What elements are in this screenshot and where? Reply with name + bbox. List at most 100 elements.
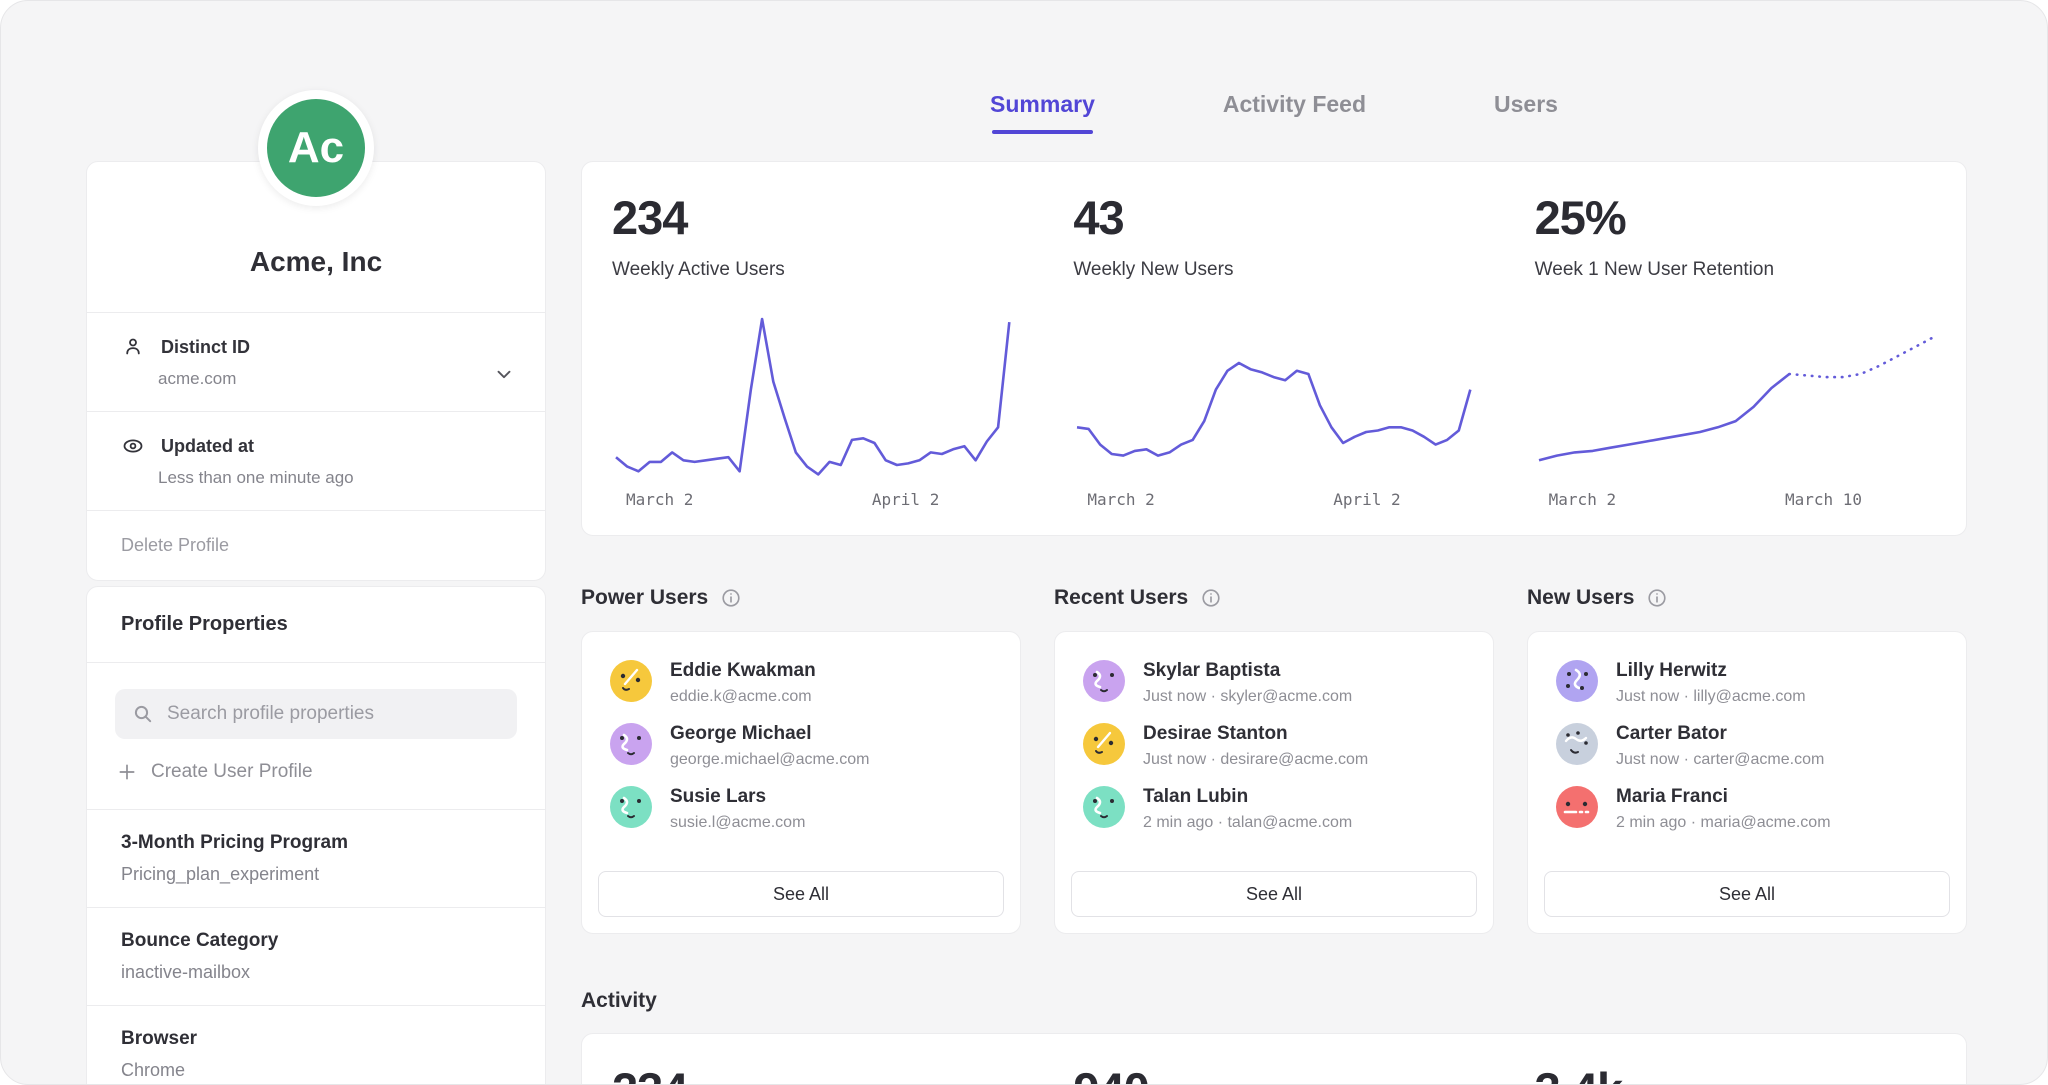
user-row[interactable]: Desirae Stanton Just now · desirare@acme… (1083, 723, 1465, 769)
divider (87, 662, 545, 663)
x-tick-start: March 2 (626, 490, 693, 509)
search-wrap (115, 689, 517, 739)
user-detail: 2 min ago · maria@acme.com (1616, 814, 1831, 832)
x-tick-end: April 2 (872, 490, 939, 509)
profile-card: Ac Acme, Inc Distinct ID acme.com (86, 161, 546, 581)
activity-card: 234 940 3.4k (581, 1033, 1967, 1085)
property-value: Pricing_plan_experiment (121, 864, 511, 885)
avatar-face (1083, 660, 1125, 702)
weekly-active-users-sparkline (612, 315, 1013, 480)
section-new-users: New Users Lilly Herwitz Ju (1527, 581, 1967, 934)
user-row[interactable]: George Michael george.michael@acme.com (610, 723, 992, 769)
section-title: New Users (1527, 586, 1634, 610)
user-name: Maria Franci (1616, 786, 1831, 808)
stat-weekly-new-users: 43 Weekly New Users March 2 April 2 (1043, 162, 1504, 535)
property-row: 3-Month Pricing Program Pricing_plan_exp… (87, 810, 545, 907)
weekly-new-users-sparkline (1073, 315, 1474, 480)
org-avatar: Ac (258, 90, 374, 206)
user-avatar (1083, 660, 1125, 702)
user-row[interactable]: Eddie Kwakman eddie.k@acme.com (610, 660, 992, 706)
property-name: 3-Month Pricing Program (121, 832, 511, 854)
stat-value: 25% (1535, 190, 1936, 245)
create-user-profile-button[interactable]: Create User Profile (117, 761, 515, 783)
info-icon[interactable] (1646, 587, 1668, 609)
summary-card: 234 Weekly Active Users March 2 April 2 … (581, 161, 1967, 536)
user-avatar (610, 660, 652, 702)
field-value: Less than one minute ago (158, 468, 511, 488)
section-power-users: Power Users Eddie Kwakman (581, 581, 1021, 934)
users-card: Eddie Kwakman eddie.k@acme.com George Mi… (581, 631, 1021, 934)
activity-stat: 3.4k (1505, 1034, 1966, 1085)
stat-label: Weekly New Users (1073, 259, 1474, 281)
user-row[interactable]: Carter Bator Just now · carter@acme.com (1556, 723, 1938, 769)
field-row-distinct-id: Distinct ID acme.com (87, 313, 545, 411)
avatar-face (610, 723, 652, 765)
delete-profile-button[interactable]: Delete Profile (87, 511, 545, 580)
see-all-button[interactable]: See All (1544, 871, 1950, 917)
user-name: Talan Lubin (1143, 786, 1352, 808)
user-detail: susie.l@acme.com (670, 814, 805, 832)
user-name: Carter Bator (1616, 723, 1824, 745)
stat-label: Weekly Active Users (612, 259, 1013, 281)
activity-value: 234 (612, 1062, 1013, 1085)
tab-users[interactable]: Users (1494, 91, 1558, 134)
user-row[interactable]: Susie Lars susie.l@acme.com (610, 786, 992, 832)
user-name: Desirae Stanton (1143, 723, 1368, 745)
user-detail: Just now · carter@acme.com (1616, 751, 1824, 769)
section-title: Power Users (581, 586, 708, 610)
user-detail: 2 min ago · talan@acme.com (1143, 814, 1352, 832)
tab-summary[interactable]: Summary (990, 91, 1095, 134)
stat-label: Week 1 New User Retention (1535, 259, 1936, 281)
user-name: Lilly Herwitz (1616, 660, 1806, 682)
field-label: Distinct ID (161, 337, 250, 358)
activity-stat: 234 (582, 1034, 1043, 1085)
x-axis: March 2 March 10 (1535, 480, 1936, 509)
avatar-face (610, 786, 652, 828)
property-value: inactive-mailbox (121, 962, 511, 983)
x-axis: March 2 April 2 (612, 480, 1013, 509)
avatar-face (1556, 660, 1598, 702)
users-card: Lilly Herwitz Just now · lilly@acme.com … (1527, 631, 1967, 934)
user-avatar (610, 723, 652, 765)
see-all-button[interactable]: See All (1071, 871, 1477, 917)
activity-value: 940 (1073, 1062, 1474, 1085)
x-tick-start: March 2 (1549, 490, 1616, 509)
field-value: acme.com (158, 369, 511, 389)
x-axis: March 2 April 2 (1073, 480, 1474, 509)
eye-icon (121, 434, 145, 458)
property-row: Bounce Category inactive-mailbox (87, 908, 545, 1005)
search-profile-properties-input[interactable] (115, 689, 517, 739)
search-icon (131, 702, 155, 726)
user-avatar (1083, 786, 1125, 828)
x-tick-end: March 10 (1785, 490, 1862, 509)
user-name: Susie Lars (670, 786, 805, 808)
user-avatar (1556, 786, 1598, 828)
activity-value: 3.4k (1535, 1062, 1936, 1085)
avatar-face (1556, 786, 1598, 828)
user-row[interactable]: Lilly Herwitz Just now · lilly@acme.com (1556, 660, 1938, 706)
user-detail: Just now · desirare@acme.com (1143, 751, 1368, 769)
property-name: Browser (121, 1028, 511, 1050)
tab-activity-feed[interactable]: Activity Feed (1223, 91, 1366, 134)
user-row[interactable]: Skylar Baptista Just now · skyler@acme.c… (1083, 660, 1465, 706)
user-detail: eddie.k@acme.com (670, 688, 816, 706)
app-window: Ac Acme, Inc Distinct ID acme.com (0, 0, 2048, 1085)
user-sections: Power Users Eddie Kwakman (581, 581, 1967, 934)
user-detail: Just now · skyler@acme.com (1143, 688, 1352, 706)
user-row[interactable]: Talan Lubin 2 min ago · talan@acme.com (1083, 786, 1465, 832)
user-name: Eddie Kwakman (670, 660, 816, 682)
info-icon[interactable] (1200, 587, 1222, 609)
x-tick-start: March 2 (1087, 490, 1154, 509)
avatar-face (1083, 723, 1125, 765)
stat-value: 43 (1073, 190, 1474, 245)
avatar-face (610, 660, 652, 702)
info-icon[interactable] (720, 587, 742, 609)
user-row[interactable]: Maria Franci 2 min ago · maria@acme.com (1556, 786, 1938, 832)
property-row: Browser Chrome (87, 1006, 545, 1085)
user-avatar (1556, 723, 1598, 765)
see-all-button[interactable]: See All (598, 871, 1004, 917)
activity-stat: 940 (1043, 1034, 1504, 1085)
tab-bar: Summary Activity Feed Users (581, 91, 1967, 134)
create-user-profile-label: Create User Profile (151, 761, 313, 783)
chevron-down-icon[interactable] (493, 363, 515, 385)
